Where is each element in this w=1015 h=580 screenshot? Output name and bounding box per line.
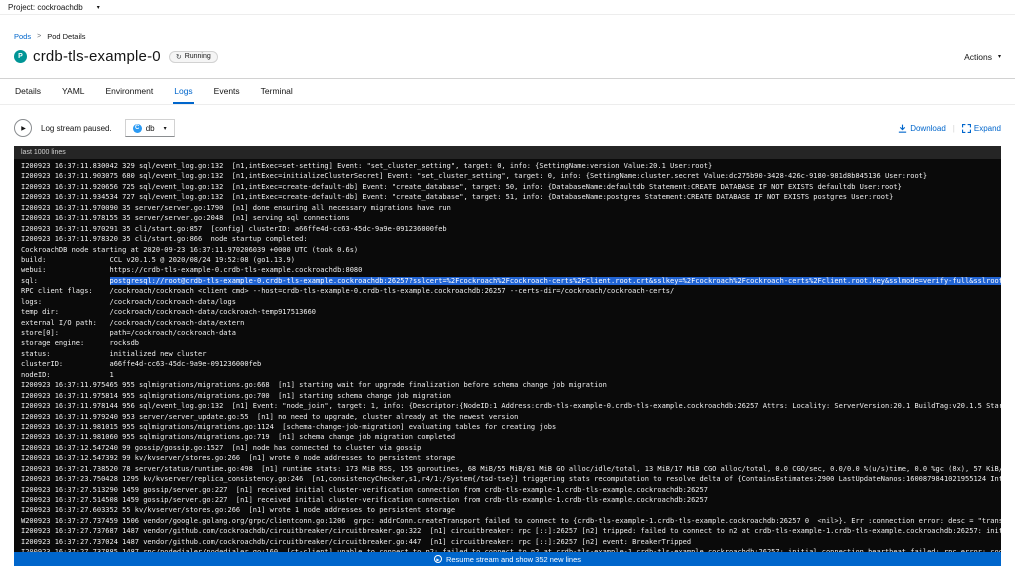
log-toolbar: ▶ Log stream paused. C db ▾ Download | E… <box>0 105 1015 146</box>
download-icon <box>898 124 907 133</box>
expand-icon <box>962 124 971 133</box>
log-line: I200923 16:37:11.970090 35 server/server… <box>21 203 1001 213</box>
tab-details[interactable]: Details <box>14 79 42 104</box>
log-line: sql: postgresql://root@crdb-tls-example-… <box>21 276 1001 286</box>
log-line: I200923 16:37:11.978320 35 cli/start.go:… <box>21 234 1001 244</box>
log-line: status: initialized new cluster <box>21 349 1001 359</box>
log-line: I200923 16:37:12.547392 99 kv/kvserver/s… <box>21 453 1001 463</box>
log-line: I200923 16:37:11.981015 955 sqlmigration… <box>21 422 1001 432</box>
log-line: CockroachDB node starting at 2020-09-23 … <box>21 245 1001 255</box>
log-line: I200923 16:37:27.514508 1459 gossip/serv… <box>21 495 1001 505</box>
container-select[interactable]: C db ▾ <box>125 119 175 137</box>
tab-environment[interactable]: Environment <box>105 79 155 104</box>
log-line: temp dir: /cockroach/cockroach-data/cock… <box>21 307 1001 317</box>
breadcrumb-separator: > <box>37 33 41 40</box>
resume-stream-button[interactable]: ▶ <box>14 119 32 137</box>
download-label: Download <box>910 124 946 133</box>
breadcrumb-pods-link[interactable]: Pods <box>14 32 31 41</box>
log-line: I200923 16:37:21.738520 78 server/status… <box>21 464 1001 474</box>
log-line: build: CCL v20.1.5 @ 2020/08/24 19:52:08… <box>21 255 1001 265</box>
log-line: I200923 16:37:11.830042 329 sql/event_lo… <box>21 161 1001 171</box>
log-line: I200923 16:37:11.934534 727 sql/event_lo… <box>21 192 1001 202</box>
project-selector-bar: Project: cockroachdb ▾ <box>0 0 1015 15</box>
expand-link[interactable]: Expand <box>962 124 1001 133</box>
log-line: I200923 16:37:11.970291 35 cli/start.go:… <box>21 224 1001 234</box>
log-line: storage engine: rocksdb <box>21 338 1001 348</box>
log-line: W200923 16:37:27.737459 1506 vendor/goog… <box>21 516 1001 526</box>
log-line: webui: https://crdb-tls-example-0.crdb-t… <box>21 265 1001 275</box>
log-body[interactable]: I200923 16:37:11.830042 329 sql/event_lo… <box>14 159 1001 552</box>
tab-yaml[interactable]: YAML <box>61 79 86 104</box>
caret-down-icon: ▾ <box>164 125 167 132</box>
resume-stream-bar[interactable]: ▶ Resume stream and show 352 new lines <box>14 552 1001 566</box>
status-badge: ↻ Running <box>169 51 218 63</box>
page-title: crdb-tls-example-0 <box>33 48 161 65</box>
log-line: I200923 16:37:27.737024 1487 vendor/gith… <box>21 537 1001 547</box>
play-icon: ▶ <box>21 125 26 132</box>
breadcrumb: Pods > Pod Details <box>14 32 1001 41</box>
log-viewer: last 1000 lines I200923 16:37:11.830042 … <box>14 146 1001 566</box>
download-link[interactable]: Download <box>898 124 946 133</box>
selected-log-text: postgresql://root@crdb-tls-example-0.crd… <box>110 277 1001 285</box>
caret-down-icon: ▾ <box>998 53 1001 60</box>
tab-logs[interactable]: Logs <box>173 79 193 104</box>
project-selector[interactable]: Project: cockroachdb <box>8 3 83 12</box>
breadcrumb-current: Pod Details <box>47 32 85 41</box>
log-line: I200923 16:37:11.975814 955 sqlmigration… <box>21 391 1001 401</box>
stream-status-text: Log stream paused. <box>41 124 112 133</box>
toolbar-separator: | <box>953 124 955 133</box>
log-line: I200923 16:37:27.513290 1459 gossip/serv… <box>21 485 1001 495</box>
log-line: I200923 16:37:27.737687 1487 vendor/gith… <box>21 526 1001 536</box>
log-line: I200923 16:37:11.979240 953 server/serve… <box>21 412 1001 422</box>
log-line: I200923 16:37:11.981060 955 sqlmigration… <box>21 432 1001 442</box>
container-select-value: db <box>146 124 155 133</box>
log-line: clusterID: a66ffe4d-cc63-45dc-9a9e-09123… <box>21 359 1001 369</box>
caret-down-icon: ▾ <box>97 4 100 11</box>
log-line: logs: /cockroach/cockroach-data/logs <box>21 297 1001 307</box>
log-line-count-header: last 1000 lines <box>14 146 1001 159</box>
resume-bar-label: Resume stream and show 352 new lines <box>446 555 581 564</box>
log-line: nodeID: 1 <box>21 370 1001 380</box>
sync-icon: ↻ <box>176 53 182 61</box>
pod-badge: P <box>14 50 27 63</box>
log-line: RPC client flags: /cockroach/cockroach <… <box>21 286 1001 296</box>
log-line: I200923 16:37:11.920656 725 sql/event_lo… <box>21 182 1001 192</box>
tab-bar: Details YAML Environment Logs Events Ter… <box>0 79 1015 105</box>
pod-title-row: P crdb-tls-example-0 ↻ Running Actions ▾ <box>14 48 1001 65</box>
log-line: I200923 16:37:11.975465 955 sqlmigration… <box>21 380 1001 390</box>
status-badge-label: Running <box>185 53 211 60</box>
tab-events[interactable]: Events <box>213 79 241 104</box>
expand-label: Expand <box>974 124 1001 133</box>
log-line: I200923 16:37:12.547240 99 gossip/gossip… <box>21 443 1001 453</box>
container-badge-icon: C <box>133 124 142 133</box>
actions-dropdown[interactable]: Actions ▾ <box>964 52 1001 62</box>
log-toolbar-right: Download | Expand <box>898 124 1001 133</box>
log-line: I200923 16:37:23.750428 1295 kv/kvserver… <box>21 474 1001 484</box>
resume-play-icon: ▶ <box>434 555 442 563</box>
log-line: I200923 16:37:11.978144 956 sql/event_lo… <box>21 401 1001 411</box>
tab-terminal[interactable]: Terminal <box>260 79 294 104</box>
log-line: I200923 16:37:11.978155 35 server/server… <box>21 213 1001 223</box>
log-line: external I/O path: /cockroach/cockroach-… <box>21 318 1001 328</box>
log-line: I200923 16:37:27.737885 1487 rpc/nodedia… <box>21 547 1001 552</box>
log-line: I200923 16:37:27.603352 55 kv/kvserver/s… <box>21 505 1001 515</box>
log-line: I200923 16:37:11.903075 680 sql/event_lo… <box>21 171 1001 181</box>
actions-label: Actions <box>964 52 992 62</box>
log-line: store[0]: path=/cockroach/cockroach-data <box>21 328 1001 338</box>
